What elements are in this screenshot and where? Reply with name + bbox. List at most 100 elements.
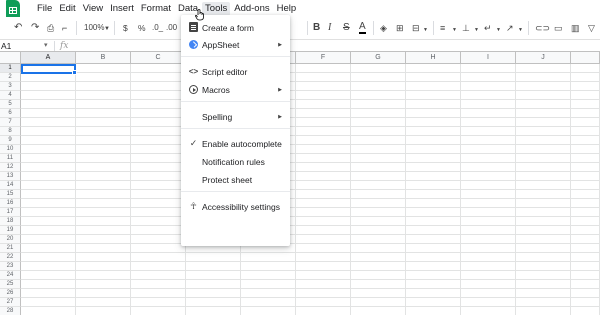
grid-cell[interactable]	[131, 271, 186, 280]
grid-cell[interactable]	[351, 280, 406, 289]
grid-cell[interactable]	[351, 181, 406, 190]
grid-cell[interactable]	[351, 73, 406, 82]
grid-cell[interactable]	[461, 190, 516, 199]
grid-cell[interactable]	[516, 82, 571, 91]
grid-cell[interactable]	[296, 109, 351, 118]
grid-cell[interactable]	[571, 217, 600, 226]
grid-cell[interactable]	[296, 289, 351, 298]
grid-cell[interactable]	[76, 64, 131, 73]
grid-cell[interactable]	[296, 145, 351, 154]
grid-cell[interactable]	[186, 280, 241, 289]
grid-cell[interactable]	[131, 127, 186, 136]
wrap-chevron-icon[interactable]: ▼	[496, 24, 501, 36]
row-header[interactable]: 11	[0, 154, 21, 163]
name-box-chevron-icon[interactable]: ▾	[44, 40, 48, 52]
grid-cell[interactable]	[351, 271, 406, 280]
grid-cell[interactable]	[516, 136, 571, 145]
grid-cell[interactable]	[76, 82, 131, 91]
grid-cell[interactable]	[516, 163, 571, 172]
grid-cell[interactable]	[406, 145, 461, 154]
grid-cell[interactable]	[571, 262, 600, 271]
grid-cell[interactable]	[21, 172, 76, 181]
grid-cell[interactable]	[186, 271, 241, 280]
grid-cell[interactable]	[76, 271, 131, 280]
row-header[interactable]: 18	[0, 217, 21, 226]
grid-cell[interactable]	[76, 190, 131, 199]
grid-cell[interactable]	[76, 109, 131, 118]
grid-cell[interactable]	[21, 91, 76, 100]
grid-cell[interactable]	[296, 73, 351, 82]
grid-cell[interactable]	[406, 280, 461, 289]
grid-cell[interactable]	[571, 298, 600, 307]
grid-cell[interactable]	[571, 91, 600, 100]
increase-decimal-button[interactable]: .00	[166, 22, 177, 34]
row-header[interactable]: 13	[0, 172, 21, 181]
grid-cell[interactable]	[131, 154, 186, 163]
grid-cell[interactable]	[406, 154, 461, 163]
grid-cell[interactable]	[76, 163, 131, 172]
grid-cell[interactable]	[461, 244, 516, 253]
grid-cell[interactable]	[131, 73, 186, 82]
row-header[interactable]: 6	[0, 109, 21, 118]
grid-cell[interactable]	[461, 199, 516, 208]
grid-cell[interactable]	[461, 208, 516, 217]
grid-cell[interactable]	[461, 226, 516, 235]
column-header[interactable]: G	[351, 52, 406, 64]
grid-cell[interactable]	[241, 298, 296, 307]
grid-cell[interactable]	[461, 289, 516, 298]
grid-cell[interactable]	[21, 136, 76, 145]
grid-cell[interactable]	[131, 109, 186, 118]
grid-cell[interactable]	[571, 172, 600, 181]
grid-cell[interactable]	[76, 298, 131, 307]
menu-format[interactable]: Format	[138, 2, 174, 16]
grid-cell[interactable]	[351, 109, 406, 118]
grid-cell[interactable]	[21, 253, 76, 262]
grid-cell[interactable]	[296, 226, 351, 235]
column-header[interactable]: I	[461, 52, 516, 64]
grid-cell[interactable]	[21, 280, 76, 289]
grid-cell[interactable]	[21, 199, 76, 208]
grid-cell[interactable]	[571, 109, 600, 118]
grid-cell[interactable]	[76, 226, 131, 235]
grid-cell[interactable]	[186, 262, 241, 271]
grid-cell[interactable]	[406, 199, 461, 208]
currency-format-button[interactable]: $	[123, 22, 128, 34]
paint-format-icon[interactable]: ⌐	[62, 22, 67, 34]
row-header[interactable]: 1	[0, 64, 21, 73]
row-header[interactable]: 22	[0, 253, 21, 262]
menu-addons[interactable]: Add-ons	[231, 2, 272, 16]
grid-cell[interactable]	[571, 82, 600, 91]
grid-cell[interactable]	[76, 181, 131, 190]
grid-cell[interactable]	[76, 280, 131, 289]
grid-cell[interactable]	[516, 289, 571, 298]
grid-cell[interactable]	[461, 307, 516, 315]
grid-cell[interactable]	[351, 91, 406, 100]
grid-cell[interactable]	[516, 217, 571, 226]
row-header[interactable]: 7	[0, 118, 21, 127]
grid-cell[interactable]	[296, 298, 351, 307]
menu-edit[interactable]: Edit	[56, 2, 78, 16]
grid-cell[interactable]	[571, 235, 600, 244]
grid-cell[interactable]	[571, 253, 600, 262]
grid-cell[interactable]	[296, 64, 351, 73]
grid-cell[interactable]	[131, 181, 186, 190]
column-header[interactable]: A	[21, 52, 76, 64]
grid-cell[interactable]	[406, 127, 461, 136]
grid-cell[interactable]	[406, 82, 461, 91]
grid-cell[interactable]	[571, 181, 600, 190]
grid-cell[interactable]	[516, 208, 571, 217]
menu-item-notification-rules[interactable]: Notification rules	[181, 153, 290, 170]
grid-cell[interactable]	[571, 226, 600, 235]
grid-cell[interactable]	[21, 118, 76, 127]
grid-cell[interactable]	[516, 154, 571, 163]
spreadsheet-grid[interactable]: ABCDEFGHIJ123456789101112131415161718192…	[0, 52, 600, 315]
grid-cell[interactable]	[571, 118, 600, 127]
grid-cell[interactable]	[351, 127, 406, 136]
grid-cell[interactable]	[406, 208, 461, 217]
grid-cell[interactable]	[76, 136, 131, 145]
grid-cell[interactable]	[406, 262, 461, 271]
grid-cell[interactable]	[461, 82, 516, 91]
grid-cell[interactable]	[461, 262, 516, 271]
row-header[interactable]: 3	[0, 82, 21, 91]
grid-cell[interactable]	[76, 217, 131, 226]
